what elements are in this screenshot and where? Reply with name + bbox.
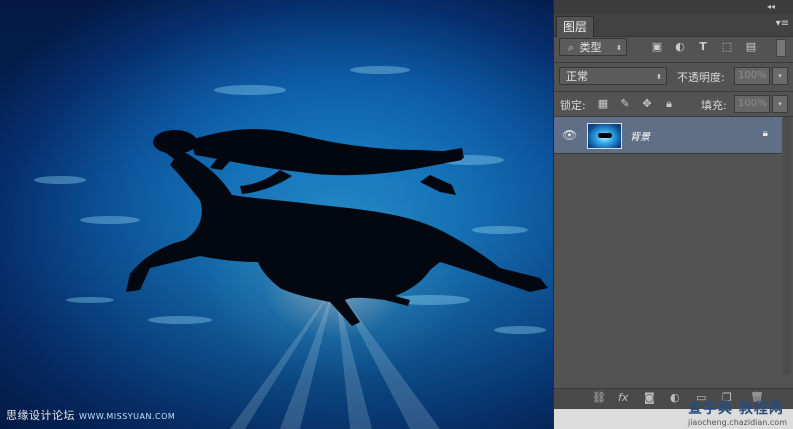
lock-label: 锁定: [560, 99, 586, 112]
forum-watermark: 思缘设计论坛 WWW.MISSYUAN.COM [6, 407, 175, 423]
blend-mode-select[interactable]: 正常 ⬍ [559, 67, 667, 85]
updown-arrow-icon: ⬍ [656, 73, 662, 81]
layers-panel: ◂◂ 图层 ▾≡ ⌕ 类型 ⬍ ▣ ◐ T ⬚ ▤ 正常 ⬍ 不透明度: 100… [553, 0, 793, 429]
lock-row: 锁定: ▦ ✎ ✥ 🔒︎ 填充: 100% ▾ [554, 95, 793, 115]
divider [554, 62, 793, 63]
shape-filter-icon[interactable]: ⬚ [720, 40, 734, 54]
layer-thumbnail [587, 123, 622, 149]
pixel-filter-icon[interactable]: ▣ [650, 40, 664, 54]
fill-dropdown-icon[interactable]: ▾ [772, 95, 788, 113]
fill-label: 填充: [701, 99, 727, 112]
smart-object-filter-icon[interactable]: ▤ [744, 40, 758, 54]
layer-row[interactable]: 👁︎ 背景 🔒︎ [554, 117, 782, 154]
filter-kind-label: 类型 [579, 41, 602, 54]
site-watermark: 查字典 教程网 jiaocheng.chazidian.com [688, 398, 787, 427]
opacity-dropdown-icon[interactable]: ▾ [772, 67, 788, 85]
opacity-label: 不透明度: [677, 71, 725, 84]
panel-menu-icon[interactable]: ▾≡ [776, 18, 789, 29]
add-mask-icon[interactable]: ◙ [644, 391, 655, 404]
search-icon: ⌕ [567, 41, 575, 54]
lock-icon: 🔒︎ [762, 128, 768, 139]
filter-toggle-switch[interactable] [776, 39, 786, 57]
blend-mode-label: 正常 [566, 70, 588, 83]
site-watermark-url: jiaocheng.chazidian.com [687, 418, 787, 427]
panel-title-strip: ◂◂ [554, 0, 793, 14]
filter-row: ⌕ 类型 ⬍ ▣ ◐ T ⬚ ▤ [554, 38, 793, 60]
panel-tab-bar: 图层 ▾≡ [554, 14, 793, 37]
lock-brush-icon[interactable]: ✎ [618, 97, 632, 111]
lock-all-icon[interactable]: 🔒︎ [662, 97, 676, 111]
eye-icon[interactable]: 👁︎ [562, 128, 577, 142]
new-adjustment-icon[interactable]: ◐ [670, 391, 680, 404]
tab-layers[interactable]: 图层 [556, 16, 595, 37]
divider [554, 91, 793, 92]
site-watermark-text: 查字典 教程网 [687, 401, 784, 417]
lock-transparent-icon[interactable]: ▦ [596, 97, 610, 111]
fill-input[interactable]: 100% [734, 95, 770, 113]
filter-kind-select[interactable]: ⌕ 类型 ⬍ [559, 38, 627, 56]
forum-watermark-text: 思缘设计论坛 [6, 409, 75, 422]
link-layers-icon[interactable]: ⛓ [592, 391, 606, 404]
site-watermark-strip: 查字典 教程网 jiaocheng.chazidian.com [554, 401, 793, 429]
updown-arrow-icon: ⬍ [616, 44, 622, 52]
blend-row: 正常 ⬍ 不透明度: 100% ▾ [554, 67, 793, 87]
opacity-input[interactable]: 100% [734, 67, 770, 85]
layer-style-icon[interactable]: fx [618, 391, 628, 404]
adjustment-filter-icon[interactable]: ◐ [673, 40, 687, 54]
layers-scrollbar[interactable] [783, 117, 791, 375]
type-filter-icon[interactable]: T [696, 40, 710, 54]
document-canvas[interactable]: 思缘设计论坛 WWW.MISSYUAN.COM [0, 0, 553, 429]
collapse-panel-icon[interactable]: ◂◂ [767, 2, 775, 11]
underwater-photo [0, 0, 553, 429]
layer-name[interactable]: 背景 [630, 128, 650, 143]
forum-watermark-url: WWW.MISSYUAN.COM [79, 412, 176, 421]
lock-move-icon[interactable]: ✥ [640, 97, 654, 111]
